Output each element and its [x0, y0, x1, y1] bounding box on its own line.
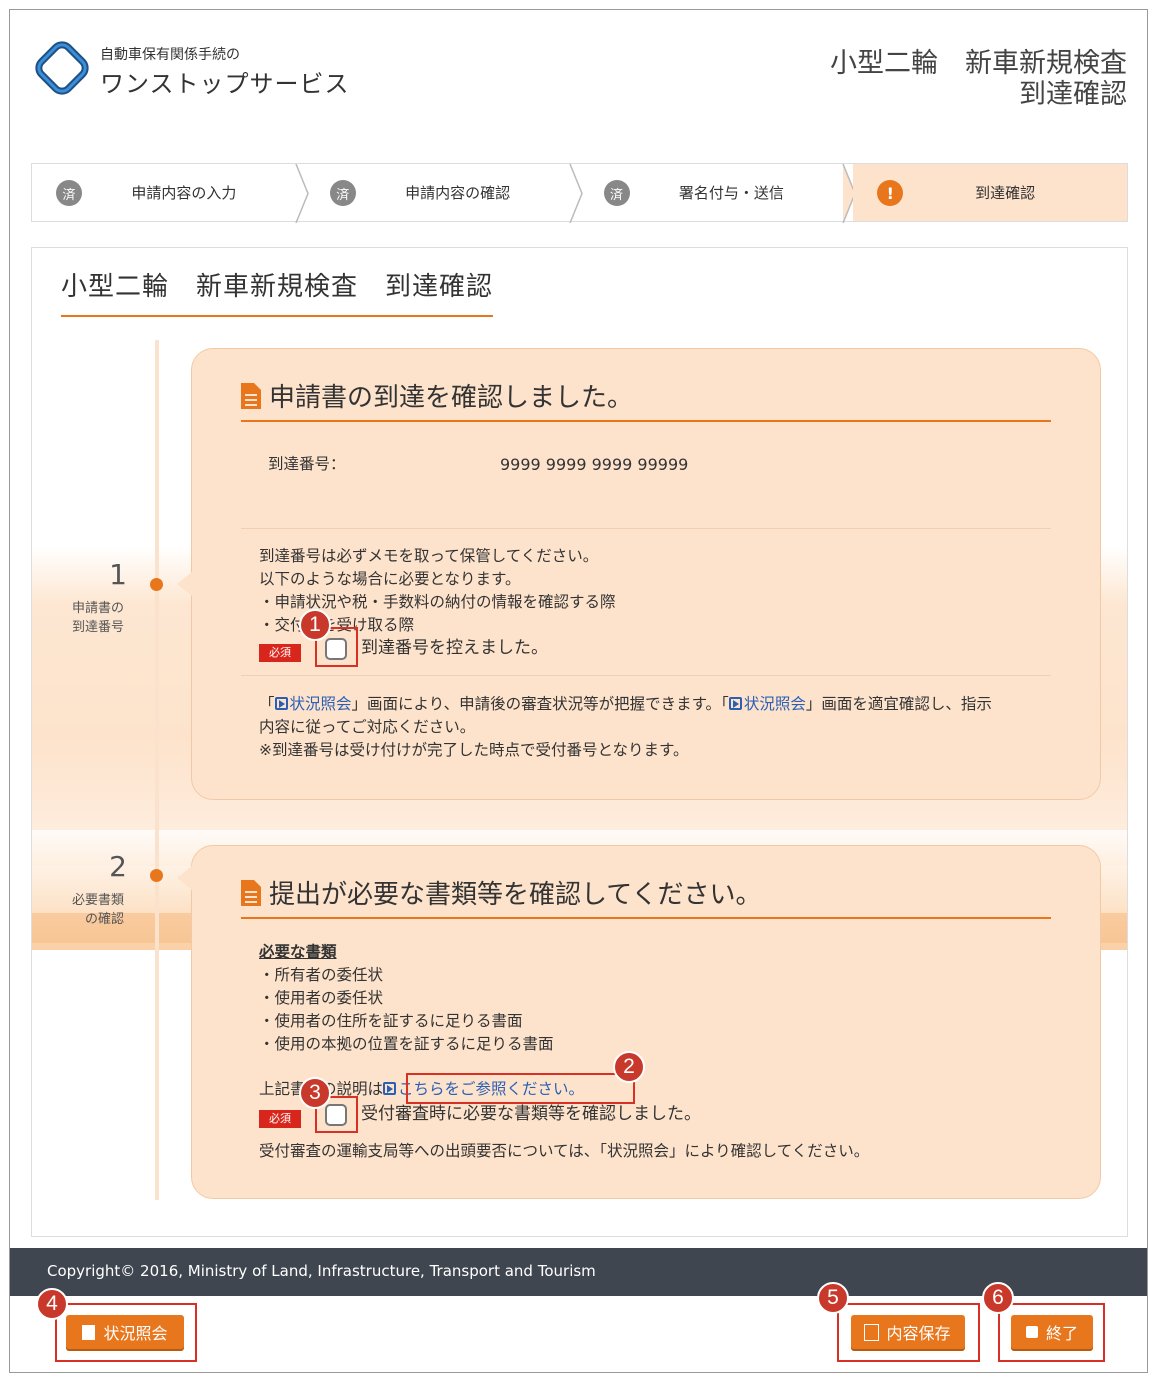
copyright-text: Copyright© 2016, Ministry of Land, Infra… — [47, 1262, 596, 1280]
brand-subtitle: 自動車保有関係手続の — [100, 47, 240, 63]
arrival-number-value: 9999 9999 9999 99999 — [500, 455, 689, 474]
status-inquiry-link[interactable]: 状況照会 — [274, 695, 352, 713]
brand-name: ワンストップサービス — [100, 70, 350, 98]
required-documents-list: 必要な書類 ・所有者の委任状 ・使用者の委任状 ・使用者の住所を証するに足りる書… — [259, 941, 554, 1056]
caption-line: 必要書類 — [71, 893, 124, 908]
annotation-badge-4: 4 — [36, 1288, 68, 1320]
step-confirm: 済 申請内容の確認 — [306, 164, 583, 223]
section-number: 1 — [109, 558, 127, 591]
status-inquiry-info: 「状況照会」画面により、申請後の審査状況等が把握できます。「 状況照会」画面を適宜… — [259, 693, 992, 762]
main-panel: 小型二輪 新車新規検査 到達確認 1 申請書の 到達番号 申請書の到達を確認しま… — [31, 247, 1128, 1237]
appearance-note: 受付審査の運輸支局等への出頭要否については、「状況照会」により確認してください。 — [259, 1142, 870, 1160]
service-logo-icon — [35, 41, 89, 95]
documents-checkbox-label[interactable]: 受付審査時に必要な書類等を確認しました。 — [361, 1103, 701, 1126]
annotation-badge-1: 1 — [299, 609, 331, 641]
card-title: 申請書の到達を確認しました。 — [241, 377, 1051, 422]
step-input: 済 申請内容の入力 — [32, 164, 309, 223]
card-title-text: 提出が必要な書類等を確認してください。 — [269, 880, 762, 910]
document-item: ・使用者の住所を証するに足りる書面 — [259, 1012, 523, 1030]
document-icon — [241, 383, 261, 409]
external-link-icon — [728, 697, 742, 710]
info-line: 「状況照会」画面により、申請後の審査状況等が把握できます。「 状況照会」画面を適宜… — [259, 693, 992, 716]
divider — [241, 675, 1051, 676]
annotation-badge-6: 6 — [982, 1282, 1014, 1314]
card-pointer — [177, 572, 192, 596]
section-caption: 必要書類 の確認 — [32, 891, 124, 929]
done-badge-icon: 済 — [329, 180, 356, 206]
annotation-box-2 — [406, 1073, 635, 1104]
required-badge: 必須 — [259, 642, 301, 662]
info-text: 」画面を適宜確認し、指示 — [805, 695, 992, 713]
footer-bar: Copyright© 2016, Ministry of Land, Infra… — [10, 1248, 1147, 1296]
timeline-line — [155, 340, 159, 1200]
info-text: 「 — [259, 695, 275, 713]
link-text: 状況照会 — [743, 695, 806, 713]
annotation-badge-3: 3 — [299, 1077, 331, 1109]
step-sign-send: 済 署名付与・送信 — [580, 164, 857, 223]
annotation-badge-5: 5 — [817, 1282, 849, 1314]
document-item: ・所有者の委任状 — [259, 966, 384, 984]
annotation-box-6 — [998, 1303, 1105, 1362]
card-title: 提出が必要な書類等を確認してください。 — [241, 874, 1051, 919]
documents-card: 提出が必要な書類等を確認してください。 必要な書類 ・所有者の委任状 ・使用者の… — [177, 845, 1101, 1199]
timeline-dot — [150, 578, 163, 591]
required-badge-text: 必須 — [259, 643, 301, 662]
done-badge-icon: 済 — [56, 180, 82, 206]
info-text: 」画面により、申請後の審査状況等が把握できます。「 — [351, 695, 729, 713]
window: 自動車保有関係手続の ワンストップサービス 小型二輪 新車新規検査 到達確認 済… — [9, 9, 1148, 1373]
card-pointer — [177, 866, 192, 890]
document-icon — [241, 880, 261, 906]
external-link-icon — [383, 1082, 397, 1095]
document-item: ・使用者の委任状 — [259, 989, 384, 1007]
link-text: 状況照会 — [289, 695, 352, 713]
arrival-number-checkbox-label[interactable]: 到達番号を控えました。 — [361, 637, 548, 660]
required-badge: 必須 — [259, 1108, 301, 1128]
section-number: 2 — [109, 850, 127, 883]
step-arrival-confirm: ! 到達確認 — [853, 164, 1127, 221]
arrival-card: 申請書の到達を確認しました。 到達番号： 9999 9999 9999 9999… — [177, 348, 1101, 800]
card-title-text: 申請書の到達を確認しました。 — [269, 383, 634, 413]
info-line: 内容に従ってご対応ください。 — [259, 718, 476, 736]
page-title: 小型二輪 新車新規検査 到達確認 — [61, 266, 494, 317]
info-line: ※到達番号は受け付けが完了した時点で受付番号となります。 — [259, 741, 689, 759]
required-badge-text: 必須 — [259, 1109, 301, 1128]
section-caption: 申請書の 到達番号 — [32, 599, 124, 637]
timeline-dot — [150, 869, 163, 882]
note-line: 到達番号は必ずメモを取って保管してください。 — [259, 547, 599, 565]
note-line: 以下のような場合に必要となります。 — [259, 570, 521, 588]
header-title-line1: 小型二輪 新車新規検査 — [830, 48, 1127, 79]
annotation-box-4 — [55, 1303, 197, 1362]
annotation-badge-2: 2 — [613, 1051, 645, 1083]
document-item: ・使用の本拠の位置を証するに足りる書面 — [259, 1035, 554, 1053]
divider — [241, 528, 1051, 529]
header-title-line2: 到達確認 — [1019, 79, 1127, 110]
external-link-icon — [274, 697, 288, 710]
header-title: 小型二輪 新車新規検査 到達確認 — [830, 48, 1127, 110]
caption-line: 到達番号 — [71, 620, 124, 635]
status-inquiry-link[interactable]: 状況照会 — [728, 695, 806, 713]
progress-steps: 済 申請内容の入力 済 申請内容の確認 済 署名付与・送信 ! 到達確認 — [31, 163, 1128, 223]
done-badge-icon: 済 — [603, 180, 630, 206]
arrival-number-label: 到達番号： — [268, 455, 346, 473]
annotation-box-5 — [837, 1303, 980, 1362]
documents-heading: 必要な書類 — [259, 943, 337, 961]
caption-line: の確認 — [84, 912, 124, 927]
caption-line: 申請書の — [71, 601, 124, 616]
